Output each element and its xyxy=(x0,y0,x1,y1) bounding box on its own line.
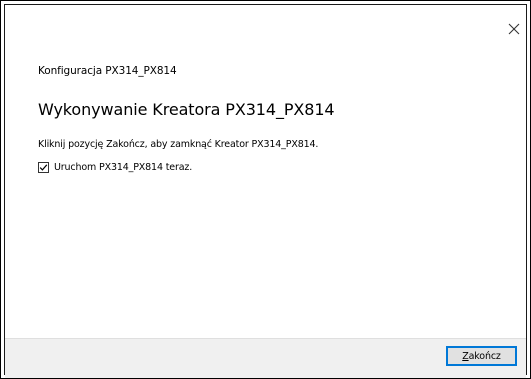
installer-window: Konfiguracja PX314_PX814 Wykonywanie Kre… xyxy=(0,0,531,379)
close-icon[interactable] xyxy=(506,21,522,37)
checkmark-icon xyxy=(39,163,48,171)
finish-button-label: akończ xyxy=(468,350,501,362)
finish-button[interactable]: Zakończ xyxy=(446,346,517,366)
button-bar: Zakończ xyxy=(5,338,526,378)
window-frame xyxy=(4,4,527,375)
launch-option[interactable]: Uruchom PX314_PX814 teraz. xyxy=(38,159,192,175)
finish-instructions: Kliknij pozycję Zakończ, aby zamknąć Kre… xyxy=(38,139,319,150)
wizard-name: Konfiguracja PX314_PX814 xyxy=(38,65,177,77)
page-title: Wykonywanie Kreatora PX314_PX814 xyxy=(38,100,335,119)
launch-checkbox-label[interactable]: Uruchom PX314_PX814 teraz. xyxy=(54,162,192,173)
launch-checkbox[interactable] xyxy=(38,161,49,173)
